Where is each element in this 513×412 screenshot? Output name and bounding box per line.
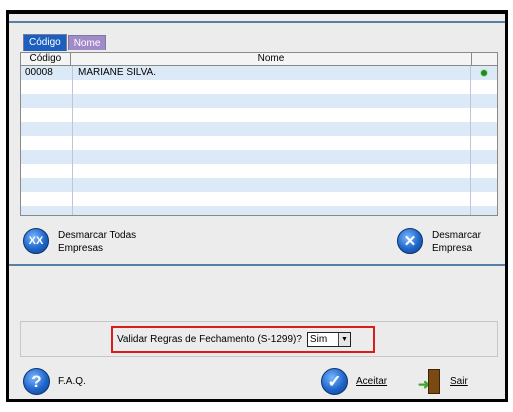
validar-regras-group: Validar Regras de Fechamento (S-1299)? S…: [111, 326, 375, 353]
row-codigo: 00008: [21, 66, 73, 80]
desmarcar-todas-button[interactable]: XX Desmarcar Todas Empresas: [23, 228, 136, 255]
faq-button[interactable]: ? F.A.Q.: [23, 368, 86, 395]
validar-regras-value: Sim: [309, 334, 328, 345]
table-row[interactable]: [21, 136, 497, 150]
column-header-codigo[interactable]: Código: [21, 53, 71, 65]
table-row[interactable]: [21, 122, 497, 136]
faq-label: F.A.Q.: [58, 376, 86, 387]
table-row[interactable]: [21, 94, 497, 108]
empresas-grid[interactable]: Código Nome 00008 MARIANE SILVA.: [20, 52, 498, 216]
footer-bar: ? F.A.Q. ✓ Aceitar ➜ Sair: [9, 366, 505, 399]
section-divider: [9, 264, 505, 266]
sair-label: Sair: [450, 376, 468, 387]
table-row[interactable]: [21, 108, 497, 122]
tab-bar: Código Nome: [23, 34, 107, 51]
double-x-icon: XX: [23, 228, 49, 254]
aceitar-button[interactable]: ✓ Aceitar: [321, 368, 387, 395]
help-icon: ?: [23, 368, 50, 395]
empresas-window: Código Nome Código Nome 00008 MARIANE SI…: [9, 14, 505, 399]
column-header-nome[interactable]: Nome: [71, 53, 473, 65]
table-row[interactable]: [21, 150, 497, 164]
desmarcar-empresa-button[interactable]: ✕ Desmarcar Empresa: [397, 228, 481, 255]
row-selected-cell[interactable]: [471, 66, 497, 80]
exit-door-icon: ➜: [418, 368, 442, 395]
selected-dot-icon: [481, 70, 487, 76]
tab-nome[interactable]: Nome: [67, 35, 107, 50]
top-divider: [9, 21, 505, 23]
grid-header: Código Nome: [21, 53, 497, 66]
desmarcar-todas-label: Desmarcar Todas Empresas: [58, 230, 137, 254]
validar-regras-label: Validar Regras de Fechamento (S-1299)?: [117, 334, 302, 345]
checkmark-icon: ✓: [321, 368, 348, 395]
sair-button[interactable]: ➜ Sair: [418, 368, 468, 395]
tab-codigo[interactable]: Código: [23, 34, 67, 51]
grid-rows: 00008 MARIANE SILVA.: [21, 66, 497, 215]
x-circle-icon: ✕: [397, 228, 423, 254]
table-row[interactable]: [21, 192, 497, 206]
column-header-selected[interactable]: [472, 53, 497, 65]
table-row[interactable]: [21, 80, 497, 94]
table-row[interactable]: 00008 MARIANE SILVA.: [21, 66, 497, 80]
desmarcar-empresa-label: Desmarcar Empresa: [432, 230, 481, 254]
chevron-down-icon[interactable]: ▼: [337, 333, 350, 346]
row-nome: MARIANE SILVA.: [73, 66, 471, 80]
aceitar-label: Aceitar: [356, 376, 388, 387]
validar-regras-select[interactable]: Sim ▼: [306, 332, 351, 347]
table-row[interactable]: [21, 178, 497, 192]
table-row[interactable]: [21, 164, 497, 178]
table-row[interactable]: [21, 206, 497, 215]
